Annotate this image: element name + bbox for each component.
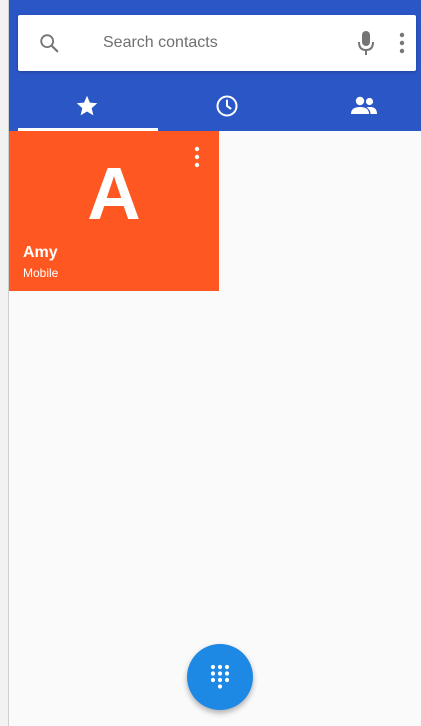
tab-favorites[interactable] bbox=[18, 81, 155, 131]
search-icon[interactable] bbox=[38, 32, 60, 54]
more-vert-icon[interactable] bbox=[396, 31, 408, 55]
tab-contacts[interactable] bbox=[298, 81, 421, 131]
favorite-contact-tile[interactable]: A Amy Mobile bbox=[9, 131, 219, 291]
dialpad-icon bbox=[210, 664, 230, 689]
search-input[interactable]: Search contacts bbox=[103, 32, 218, 54]
search-bar[interactable]: Search contacts bbox=[18, 15, 416, 71]
app-header: Search contacts bbox=[9, 0, 421, 131]
tab-bar bbox=[18, 81, 421, 131]
more-vert-icon[interactable] bbox=[191, 145, 203, 169]
people-icon bbox=[351, 96, 377, 114]
star-icon bbox=[76, 95, 97, 116]
clock-icon bbox=[216, 95, 237, 117]
tab-recents[interactable] bbox=[158, 81, 295, 131]
contact-phone-type: Mobile bbox=[23, 266, 59, 280]
left-edge-divider bbox=[0, 0, 9, 726]
mic-icon[interactable] bbox=[357, 30, 375, 56]
dialpad-button[interactable] bbox=[187, 644, 253, 710]
contact-letter-avatar: A bbox=[87, 152, 141, 235]
contact-name: Amy bbox=[23, 244, 58, 261]
